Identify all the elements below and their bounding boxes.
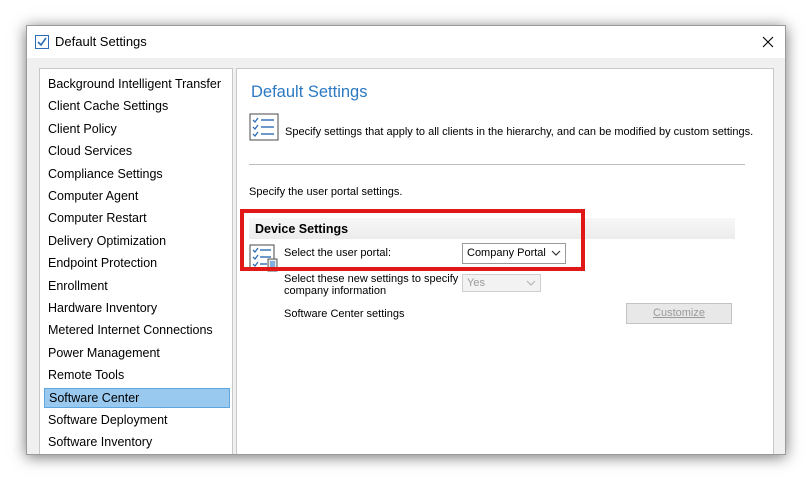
title-bar: Default Settings <box>27 26 785 58</box>
settings-app-icon <box>35 35 49 49</box>
sidebar-item-client-cache-settings[interactable]: Client Cache Settings <box>44 96 230 116</box>
settings-category-list[interactable]: Background Intelligent Transfer Client C… <box>39 68 233 454</box>
chevron-down-icon <box>526 280 536 286</box>
highlight-annotation <box>240 209 585 271</box>
company-info-label: Select these new settings to specify com… <box>284 273 459 297</box>
sidebar-item-software-inventory[interactable]: Software Inventory <box>44 432 230 452</box>
company-info-select[interactable]: Yes <box>462 274 541 292</box>
company-info-value: Yes <box>467 277 485 289</box>
sidebar-item-remote-tools[interactable]: Remote Tools <box>44 365 230 385</box>
close-icon <box>762 36 774 48</box>
sidebar-item-computer-restart[interactable]: Computer Restart <box>44 208 230 228</box>
page-description: Specify settings that apply to all clien… <box>285 126 754 138</box>
sidebar-item-software-center[interactable]: Software Center <box>44 387 230 408</box>
divider <box>249 164 745 165</box>
close-button[interactable] <box>751 26 785 58</box>
page-title: Default Settings <box>251 83 368 101</box>
sidebar-item-metered-internet-connections[interactable]: Metered Internet Connections <box>44 320 230 340</box>
sidebar-item-client-policy[interactable]: Client Policy <box>44 119 230 139</box>
sidebar-item-power-management[interactable]: Power Management <box>44 343 230 363</box>
sidebar-item-enrollment[interactable]: Enrollment <box>44 276 230 296</box>
sidebar-item-endpoint-protection[interactable]: Endpoint Protection <box>44 253 230 273</box>
sidebar-item-cloud-services[interactable]: Cloud Services <box>44 141 230 161</box>
sidebar-item-hardware-inventory[interactable]: Hardware Inventory <box>44 298 230 318</box>
checklist-icon <box>249 113 279 141</box>
sidebar-item-computer-agent[interactable]: Computer Agent <box>44 186 230 206</box>
customize-button[interactable]: Customize <box>626 303 732 324</box>
window-title: Default Settings <box>55 34 147 49</box>
software-center-settings-label: Software Center settings <box>284 308 405 320</box>
sidebar-item-software-deployment[interactable]: Software Deployment <box>44 410 230 430</box>
sidebar-item-background-intelligent-transfer[interactable]: Background Intelligent Transfer <box>44 74 230 94</box>
sidebar-item-compliance-settings[interactable]: Compliance Settings <box>44 164 230 184</box>
customize-label: Customize <box>653 307 705 319</box>
portal-settings-description: Specify the user portal settings. <box>249 186 403 198</box>
sidebar-item-delivery-optimization[interactable]: Delivery Optimization <box>44 231 230 251</box>
